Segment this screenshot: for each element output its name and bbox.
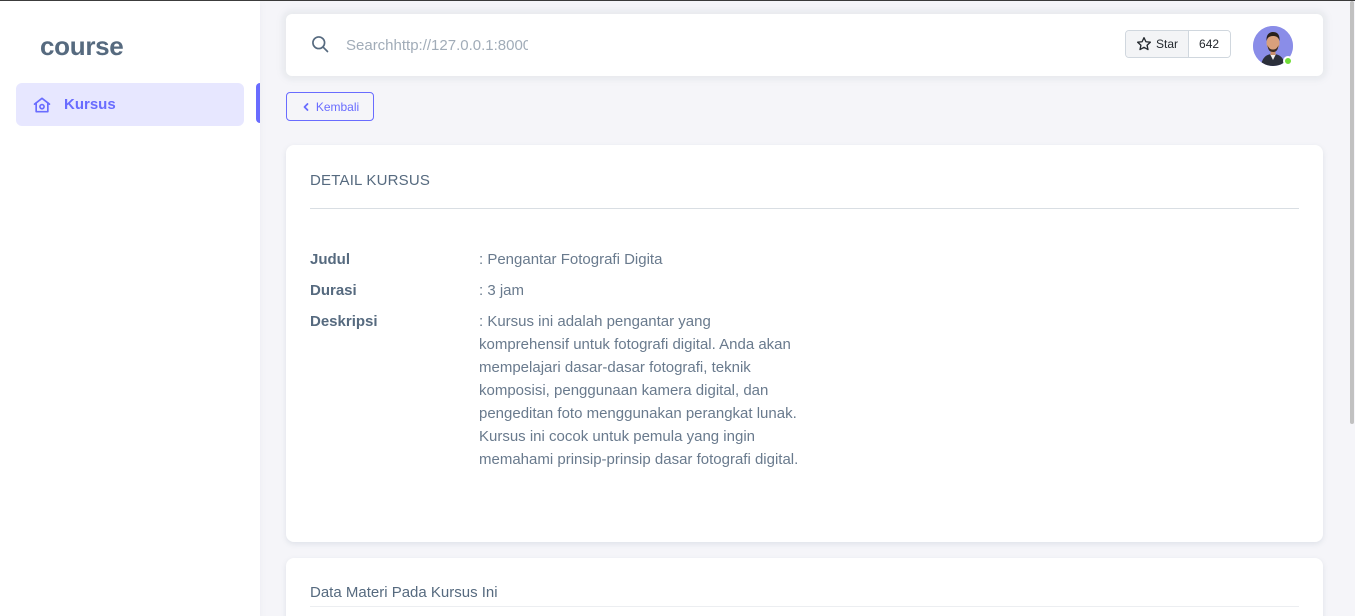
materials-title: Data Materi Pada Kursus Ini — [310, 584, 498, 601]
search-input[interactable] — [346, 32, 528, 58]
active-indicator — [256, 83, 260, 123]
back-button-label: Kembali — [315, 99, 360, 114]
sidebar-item-label: Kursus — [64, 96, 116, 113]
label-durasi: Durasi — [310, 282, 357, 299]
star-count[interactable]: 642 — [1189, 31, 1231, 57]
chevron-left-icon — [303, 102, 309, 111]
divider — [310, 208, 1299, 209]
scrollbar-thumb[interactable] — [1350, 1, 1354, 424]
materials-card: Data Materi Pada Kursus Ini — [286, 558, 1323, 616]
label-judul: Judul — [310, 251, 350, 268]
home-icon — [32, 95, 52, 115]
user-avatar[interactable] — [1253, 26, 1293, 66]
sidebar: course Kursus — [0, 1, 260, 616]
github-star-widget: Star 642 — [1125, 30, 1232, 58]
sidebar-item-kursus[interactable]: Kursus — [16, 83, 244, 126]
value-deskripsi: : Kursus ini adalah pengantar yang kompr… — [479, 313, 799, 468]
back-button[interactable]: Kembali — [286, 92, 374, 121]
star-label: Star — [1156, 37, 1179, 51]
course-detail-card: DETAIL KURSUS Judul : Pengantar Fotograf… — [286, 145, 1323, 542]
top-navbar: Star 642 — [286, 14, 1323, 76]
star-icon — [1137, 37, 1151, 51]
card-title: DETAIL KURSUS — [310, 172, 431, 189]
label-deskripsi: Deskripsi — [310, 313, 378, 330]
search-icon — [310, 34, 330, 54]
scrollbar[interactable] — [1349, 1, 1355, 616]
online-status-dot — [1283, 56, 1293, 66]
star-button[interactable]: Star — [1126, 31, 1190, 57]
divider — [310, 606, 1299, 607]
value-judul: : Pengantar Fotografi Digita — [479, 251, 663, 268]
app-brand[interactable]: course — [40, 31, 124, 62]
value-durasi: : 3 jam — [479, 282, 525, 299]
